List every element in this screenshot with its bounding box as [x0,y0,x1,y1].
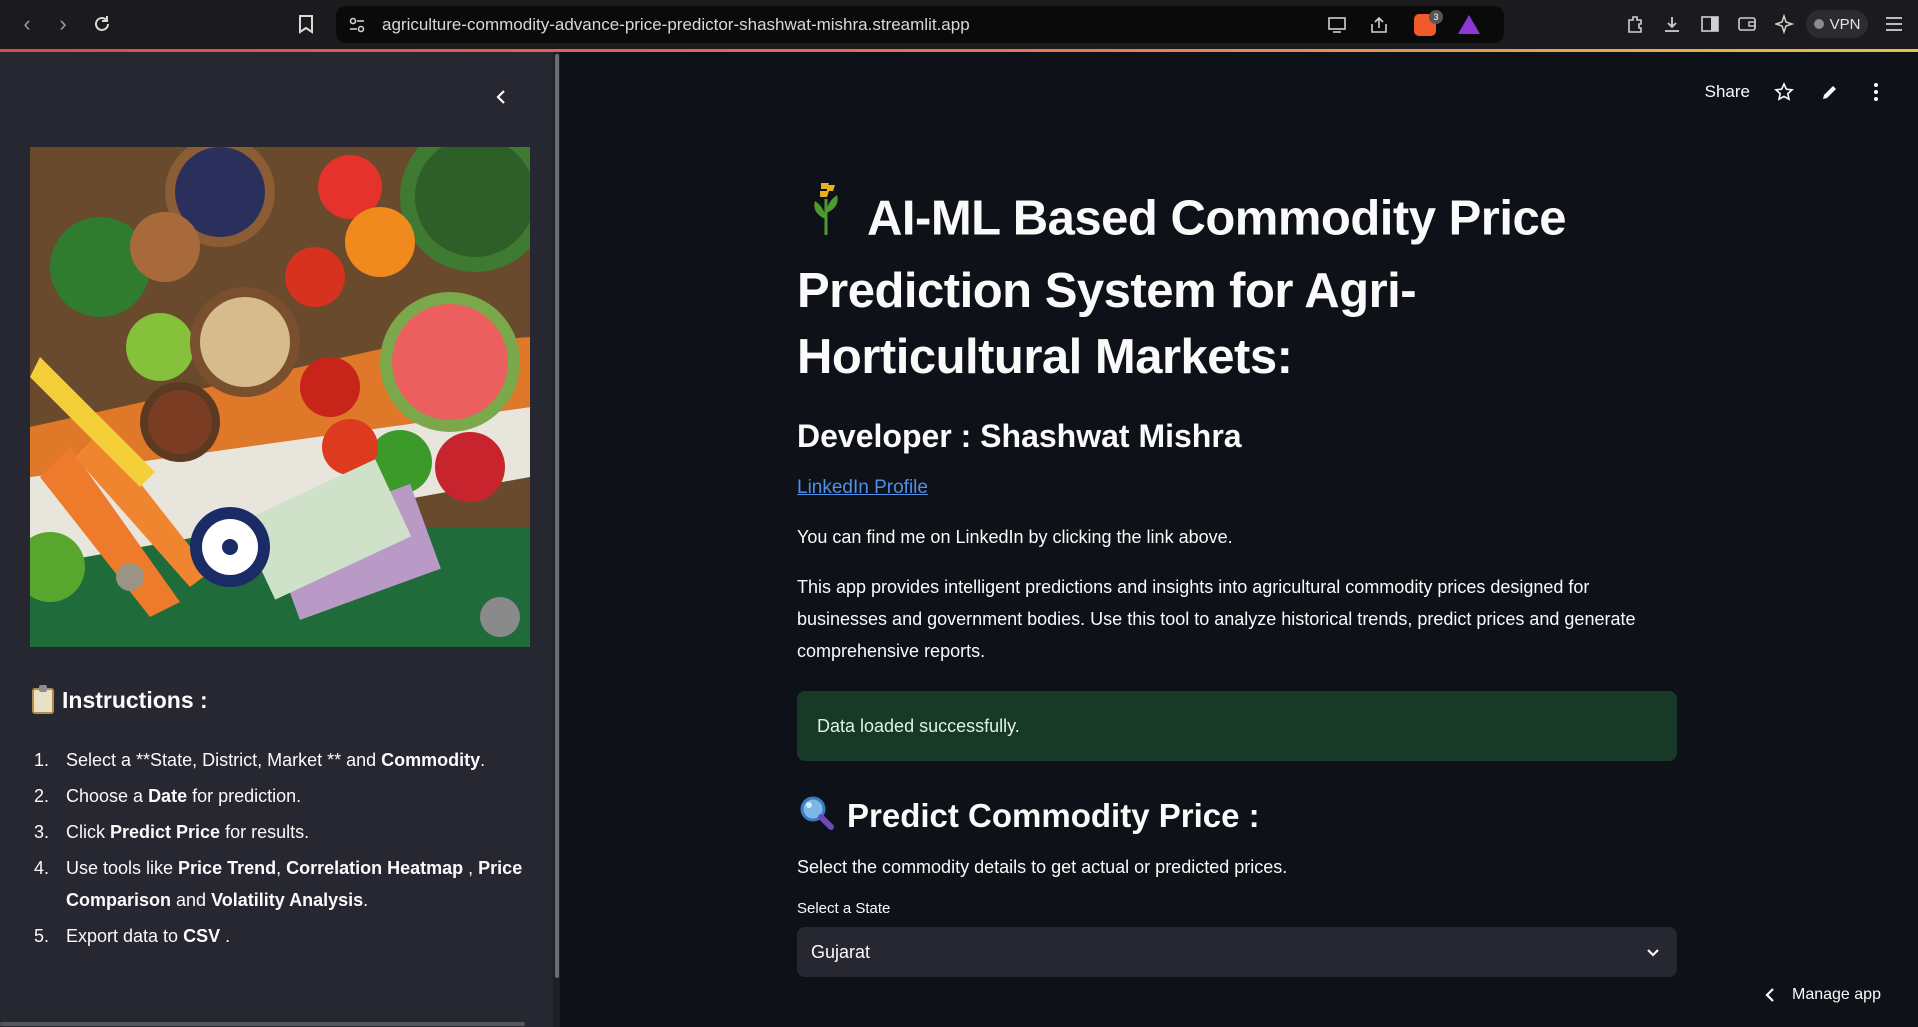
step-text: Choose a Date for prediction. [66,786,302,806]
brave-rewards-icon[interactable] [1458,15,1480,34]
manage-app-label: Manage app [1792,986,1881,1003]
title-text: AI-ML Based Commodity Price Prediction S… [797,191,1566,384]
step-number: 5. [34,926,50,946]
instruction-step: 4. Use tools like Price Trend, Correlatio… [34,852,534,916]
wallet-icon[interactable] [1735,12,1759,36]
manage-app-button[interactable]: Manage app [1764,986,1881,1004]
chevron-left-icon [1765,988,1774,1002]
address-bar[interactable]: agriculture-commodity-advance-price-pred… [336,6,1504,43]
step-text: Use tools like Price Trend, Correlation … [66,858,523,910]
step-text: Select a **State, District, Market ** an… [66,750,486,770]
cast-icon[interactable] [1326,14,1348,36]
more-options-icon[interactable] [1864,80,1888,104]
main-content: AI-ML Based Commodity Price Prediction S… [797,183,1677,977]
magnifier-icon [797,793,835,839]
sidebar-horizontal-scrollbar[interactable] [0,1022,525,1026]
step-number: 2. [34,786,50,806]
step-number: 3. [34,822,50,842]
bookmark-icon[interactable] [293,11,319,37]
collapse-sidebar-button[interactable] [486,82,516,112]
extensions-icon[interactable] [1623,12,1647,36]
vpn-button[interactable]: VPN [1806,10,1868,38]
app-description: This app provides intelligent prediction… [797,577,1636,661]
instructions-title: Instructions : [62,687,208,713]
linkedin-profile-link[interactable]: LinkedIn Profile [797,477,928,499]
state-select-label: Select a State [797,900,891,917]
vpn-status-icon [1813,19,1824,29]
predict-title: Predict Commodity Price : [847,797,1260,834]
state-select-value: Gujarat [811,941,871,962]
vpn-label: VPN [1829,15,1861,33]
produce-hero-image [30,147,530,647]
shields-count-badge: 3 [1429,10,1443,24]
crop-icon [807,179,845,252]
instruction-step: 5. Export data to CSV . [34,920,534,952]
back-icon[interactable]: ‹ [14,11,40,37]
predict-heading: Predict Commodity Price : [797,793,1677,839]
sidebar-scrollbar[interactable] [555,54,559,978]
instructions-heading: Instructions : [32,684,208,714]
share-page-icon[interactable] [1368,14,1390,36]
step-number: 4. [34,858,50,878]
step-number: 1. [34,750,50,770]
browser-toolbar: ‹ › agriculture-commodity-advance-price-… [0,0,1918,49]
chevron-left-icon [496,90,505,104]
site-settings-icon[interactable] [346,14,368,36]
instructions-list: 1. Select a **State, District, Market ** … [34,744,534,956]
linkedin-note: You can find me on LinkedIn by clicking … [797,527,1233,547]
star-icon[interactable] [1772,80,1796,104]
clipboard-icon [32,684,54,714]
instruction-step: 3. Click Predict Price for results. [34,816,534,848]
step-text: Click Predict Price for results. [66,822,310,842]
success-message: Data loaded successfully. [817,715,1020,736]
developer-heading: Developer : Shashwat Mishra [797,418,1242,454]
leo-ai-icon[interactable] [1773,12,1797,36]
instruction-step: 2. Choose a Date for prediction. [34,780,534,812]
downloads-icon[interactable] [1660,12,1684,36]
success-alert: Data loaded successfully. [797,691,1677,761]
edit-icon[interactable] [1818,80,1842,104]
forward-icon[interactable]: › [50,11,76,37]
state-select[interactable]: Gujarat [797,927,1677,977]
instruction-step: 1. Select a **State, District, Market ** … [34,744,534,776]
sidebar-toggle-icon[interactable] [1698,12,1722,36]
app-toolbar: Share [1705,80,1888,104]
url-text[interactable]: agriculture-commodity-advance-price-pred… [382,15,970,35]
reload-icon[interactable] [89,11,115,37]
predict-subtitle: Select the commodity details to get actu… [797,857,1288,877]
chevron-down-icon [1647,949,1659,957]
share-button[interactable]: Share [1705,82,1750,102]
step-text: Export data to CSV . [66,926,231,946]
page-title: AI-ML Based Commodity Price Prediction S… [797,183,1677,390]
menu-icon[interactable] [1882,12,1906,36]
